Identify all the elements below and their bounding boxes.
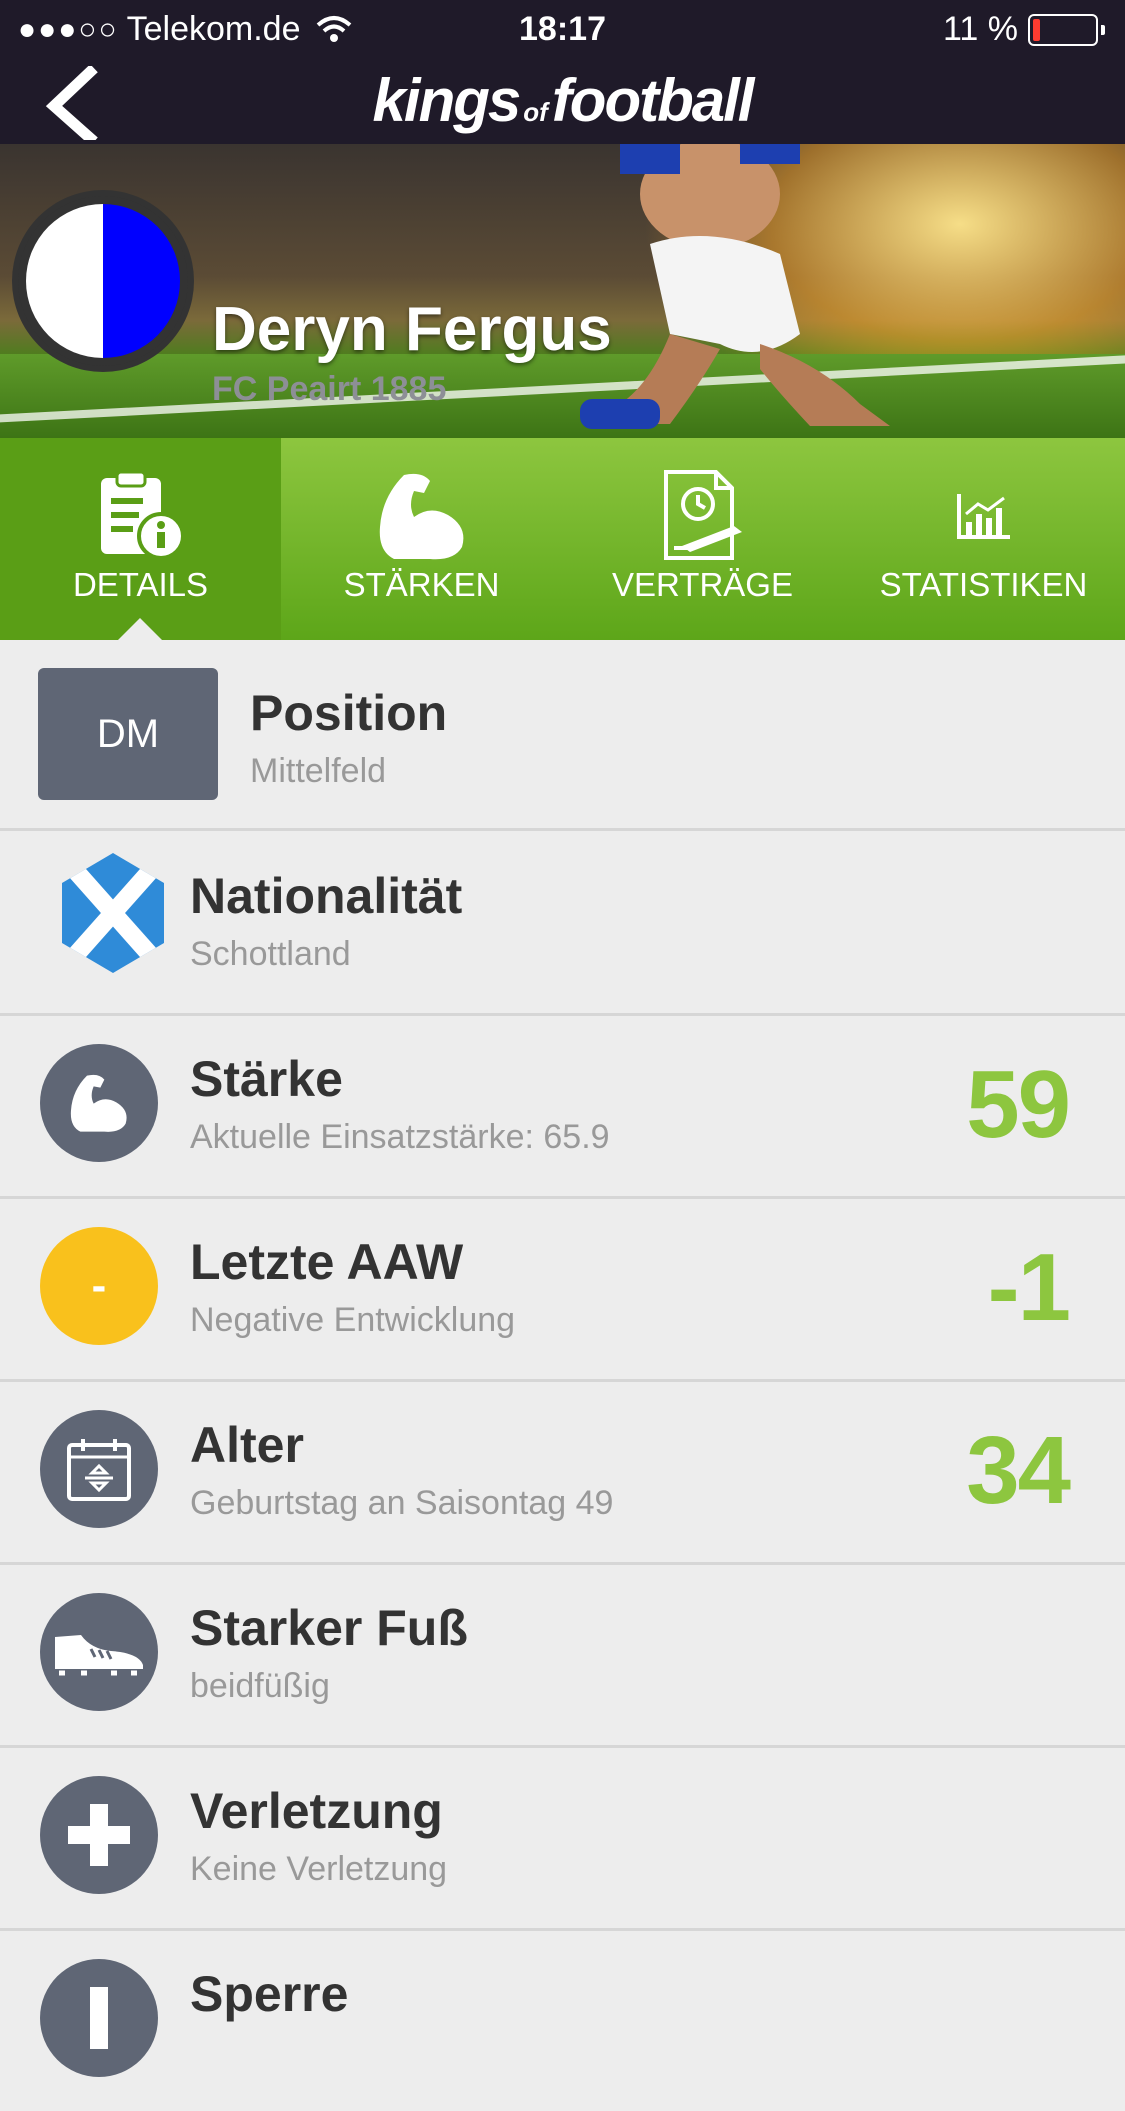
tab-statistiken[interactable]: STATISTIKEN <box>843 438 1124 640</box>
club-name: FC Peairt 1885 <box>212 370 447 408</box>
age-value: 34 <box>966 1417 1071 1524</box>
strong-foot-value: beidfüßig <box>190 1667 330 1705</box>
tab-staerken-icon-wrap <box>281 466 562 566</box>
injury-row: Verletzung Keine Verletzung <box>0 1746 1125 1931</box>
battery-tip <box>1101 24 1105 35</box>
injury-icon-circle <box>40 1776 158 1894</box>
scotland-flag-icon <box>62 853 164 973</box>
suspension-icon <box>90 1987 108 2049</box>
tab-vertraege-icon-wrap <box>562 466 843 566</box>
strong-foot-title: Starker Fuß <box>190 1600 468 1656</box>
tab-statistiken-label: STATISTIKEN <box>879 566 1088 603</box>
celebrating-player-image <box>580 144 890 429</box>
position-row: DM Position Mittelfeld <box>0 640 1125 831</box>
battery-fill <box>1033 18 1040 41</box>
nav-bar: kings offootball <box>0 60 1125 146</box>
nationality-row: Nationalität Schottland <box>0 831 1125 1016</box>
tab-details-icon-wrap <box>0 466 281 566</box>
tab-staerken[interactable]: STÄRKEN <box>281 438 562 640</box>
tab-vertraege-label: VERTRÄGE <box>612 566 793 603</box>
last-aaw-value: -1 <box>987 1234 1071 1341</box>
tab-vertraege[interactable]: VERTRÄGE <box>562 438 843 640</box>
aaw-badge: - <box>40 1227 158 1345</box>
chart-icon <box>956 494 1010 539</box>
position-badge: DM <box>38 668 218 800</box>
last-aaw-title: Letzte AAW <box>190 1234 464 1290</box>
age-title: Alter <box>190 1417 304 1473</box>
battery-indicator: 11 % <box>943 10 1105 49</box>
tab-staerken-label: STÄRKEN <box>343 566 500 603</box>
bicep-icon <box>379 473 463 560</box>
player-header: Deryn Fergus FC Peairt 1885 <box>0 144 1125 438</box>
suspension-row: Sperre <box>0 1929 1125 2111</box>
status-bar: ●●●○○ Telekom.de 18:17 11 % <box>0 0 1125 60</box>
logo-word-kings: kings <box>372 67 522 134</box>
bicep-icon <box>70 1074 127 1132</box>
nationality-value: Schottland <box>190 935 351 973</box>
player-name: Deryn Fergus <box>212 295 612 364</box>
tab-details-label: DETAILS <box>72 566 209 603</box>
club-crest <box>18 196 188 366</box>
app-logo: kings offootball <box>0 66 1125 135</box>
injury-title: Verletzung <box>190 1783 443 1839</box>
age-subtitle: Geburtstag an Saisontag 49 <box>190 1484 614 1522</box>
suspension-title: Sperre <box>190 1966 349 2022</box>
injury-value: Keine Verletzung <box>190 1850 448 1888</box>
boot-icon <box>55 1635 143 1676</box>
position-value: Mittelfeld <box>250 752 387 790</box>
tab-details[interactable]: DETAILS <box>0 438 281 640</box>
active-tab-indicator <box>118 618 162 640</box>
tab-bar: DETAILS STÄRKEN VERTRÄGE STATISTIKEN <box>0 438 1125 640</box>
strength-title: Stärke <box>190 1051 343 1107</box>
club-crest-icon <box>26 204 180 358</box>
battery-icon <box>1028 13 1098 46</box>
foot-icon-circle <box>40 1593 158 1711</box>
plus-icon <box>68 1804 130 1866</box>
battery-percent: 11 % <box>943 10 1018 48</box>
strength-value: 59 <box>966 1051 1071 1158</box>
calendar-icon <box>67 1439 131 1501</box>
strong-foot-row: Starker Fuß beidfüßig <box>0 1563 1125 1748</box>
strength-icon-circle <box>40 1044 158 1162</box>
strength-subtitle: Aktuelle Einsatzstärke: 65.9 <box>190 1118 610 1156</box>
suspension-icon-circle <box>40 1959 158 2077</box>
logo-word-football: football <box>551 67 755 134</box>
nationality-title: Nationalität <box>190 868 463 924</box>
last-aaw-row: - Letzte AAW Negative Entwicklung -1 <box>0 1197 1125 1382</box>
contract-icon <box>663 470 742 560</box>
position-title: Position <box>250 685 448 741</box>
document-info-icon <box>100 470 185 560</box>
strength-row: Stärke Aktuelle Einsatzstärke: 65.9 59 <box>0 1014 1125 1199</box>
age-icon-circle <box>40 1410 158 1528</box>
tab-statistiken-icon-wrap <box>843 466 1124 566</box>
age-row: Alter Geburtstag an Saisontag 49 34 <box>0 1380 1125 1565</box>
logo-word-of: of <box>523 97 548 127</box>
last-aaw-subtitle: Negative Entwicklung <box>190 1301 516 1339</box>
